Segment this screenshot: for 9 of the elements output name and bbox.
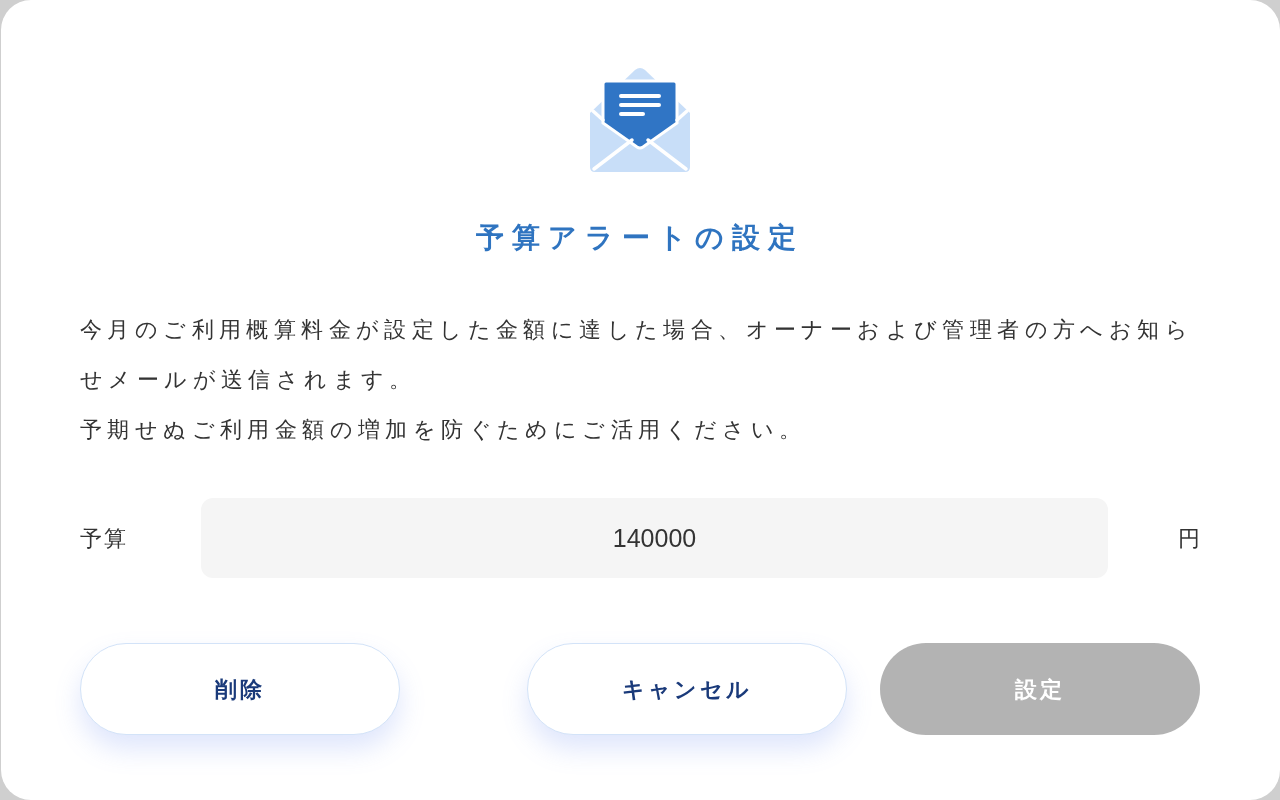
budget-label: 予算: [80, 524, 129, 553]
description-text: 今月のご利用概算料金が設定した金額に達した場合、オーナーおよび管理者の方へお知らせメールが送信されます。: [80, 316, 1194, 394]
dialog-title: 予算アラートの設定: [475, 221, 805, 255]
description-text: 予期せぬご利用金額の増加を防ぐためにご活用ください。: [80, 416, 808, 444]
cancel-button[interactable]: キャンセル: [527, 643, 847, 735]
currency-unit: 円: [1177, 524, 1200, 553]
delete-button[interactable]: 削除: [80, 643, 400, 735]
budget-input[interactable]: 140000: [201, 498, 1108, 578]
envelope-letter-icon: [590, 67, 690, 172]
